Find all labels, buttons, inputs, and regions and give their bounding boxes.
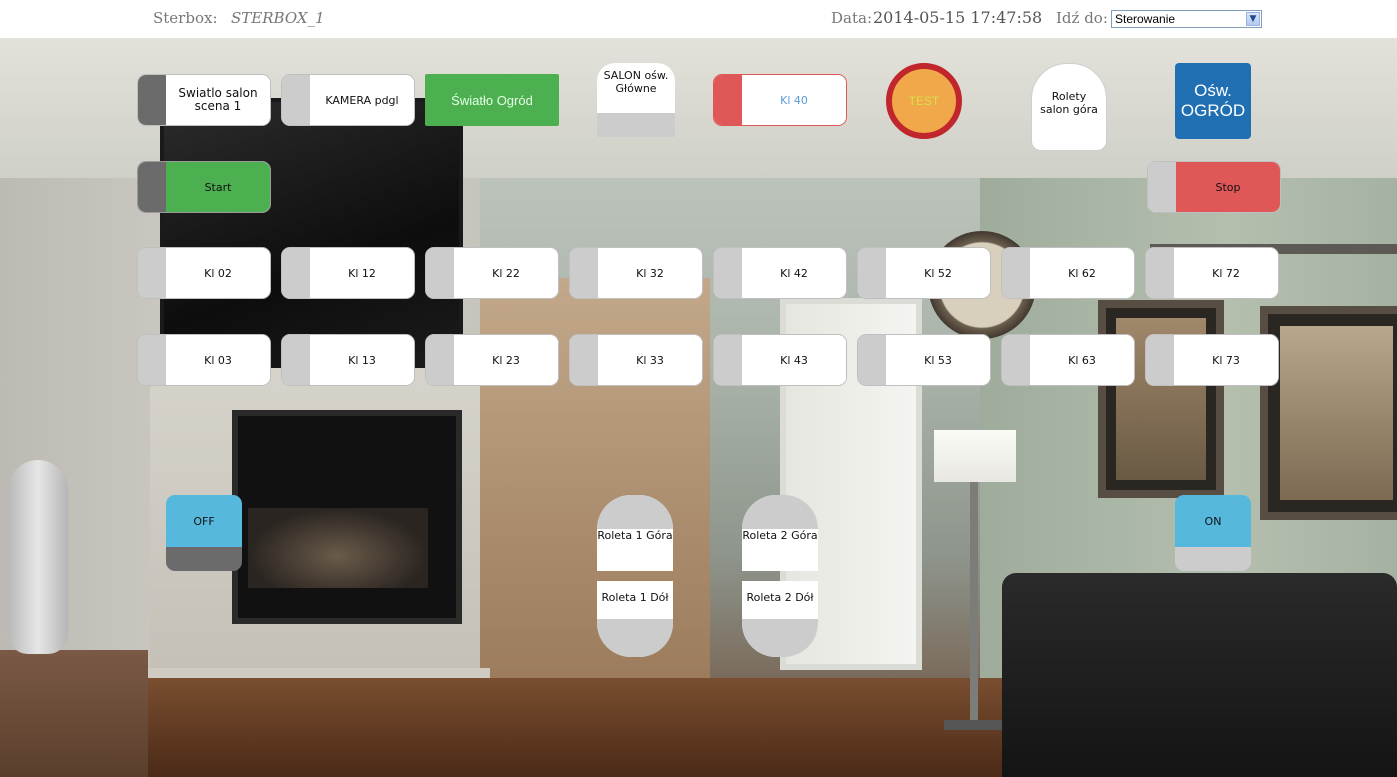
kl-button-label: Kl 13: [310, 335, 414, 385]
kl-button[interactable]: Kl 73: [1145, 334, 1279, 386]
swiatlo-salon-button[interactable]: Swiatlo salon scena 1: [137, 74, 271, 126]
lamp-base: [944, 720, 1004, 730]
roleta1-gora-label: Roleta 1 Góra: [597, 529, 673, 543]
kl-button-label: Kl 02: [166, 248, 270, 298]
kl-button[interactable]: Kl 63: [1001, 334, 1135, 386]
kl-button-label: Kl 32: [598, 248, 702, 298]
rolety-salon-label: Rolety salon góra: [1040, 90, 1098, 116]
header-bar: Sterbox: STERBOX_1 Data: 2014-05-15 17:4…: [0, 0, 1397, 38]
kl-button-label: Kl 12: [310, 248, 414, 298]
rolety-salon-button[interactable]: Rolety salon góra: [1031, 63, 1107, 151]
device-name: STERBOX_1: [231, 9, 325, 27]
test-label: TEST: [908, 94, 940, 108]
kl-button[interactable]: Kl 32: [569, 247, 703, 299]
kl-button[interactable]: Kl 03: [137, 334, 271, 386]
chevron-down-icon[interactable]: ▼: [1246, 12, 1260, 26]
kl-button-label: Kl 23: [454, 335, 558, 385]
kl-button-label: Kl 62: [1030, 248, 1134, 298]
room-background: [0, 38, 1397, 777]
off-label: OFF: [193, 515, 215, 528]
start-label: Start: [166, 162, 270, 212]
kl-button[interactable]: Kl 62: [1001, 247, 1135, 299]
kamera-button[interactable]: KAMERA pdgl: [281, 74, 415, 126]
on-label: ON: [1204, 515, 1222, 528]
kl-button[interactable]: Kl 72: [1145, 247, 1279, 299]
roleta1-gora-button[interactable]: Roleta 1 Góra: [597, 495, 673, 571]
kl-button-label: Kl 52: [886, 248, 990, 298]
kl-button[interactable]: Kl 12: [281, 247, 415, 299]
kl40-button[interactable]: Kl 40: [713, 74, 847, 126]
kl-button[interactable]: Kl 52: [857, 247, 991, 299]
date-value: 2014-05-15 17:47:58: [873, 8, 1043, 27]
roleta1-dol-label: Roleta 1 Dół: [601, 591, 669, 604]
picture-frame: [1260, 306, 1397, 520]
goto-select-value: Sterowanie: [1115, 12, 1176, 26]
kl-button-label: Kl 42: [742, 248, 846, 298]
start-button[interactable]: Start: [137, 161, 271, 213]
kl-button-label: Kl 33: [598, 335, 702, 385]
app-label: Sterbox:: [153, 9, 218, 27]
lamp-pole: [970, 482, 978, 722]
swiatlo-ogrod-label: Światło Ogród: [451, 92, 533, 108]
lamp-shade: [934, 430, 1016, 482]
kl-button-label: Kl 72: [1174, 248, 1278, 298]
stop-label: Stop: [1176, 162, 1280, 212]
cabinet: [0, 650, 148, 777]
test-button[interactable]: TEST: [886, 63, 962, 139]
roleta2-dol-button[interactable]: Roleta 2 Dół: [742, 581, 818, 657]
kl-button[interactable]: Kl 53: [857, 334, 991, 386]
fireplace-logs: [248, 508, 428, 588]
kl-button[interactable]: Kl 42: [713, 247, 847, 299]
osw-ogrod-button[interactable]: Ośw. OGRÓD: [1175, 63, 1251, 139]
roleta2-gora-label: Roleta 2 Góra: [742, 529, 818, 543]
salon-osw-button[interactable]: SALON ośw. Główne: [597, 63, 675, 137]
kl-button-label: Kl 53: [886, 335, 990, 385]
goto-select[interactable]: Sterowanie ▼: [1111, 10, 1262, 28]
swiatlo-ogrod-button[interactable]: Światło Ogród: [425, 74, 559, 126]
on-button[interactable]: ON: [1175, 495, 1251, 571]
kl-button[interactable]: Kl 13: [281, 334, 415, 386]
roleta2-gora-button[interactable]: Roleta 2 Góra: [742, 495, 818, 571]
date-label: Data:: [831, 9, 872, 27]
sofa: [1002, 573, 1397, 777]
kl-button-label: Kl 63: [1030, 335, 1134, 385]
kl-button[interactable]: Kl 22: [425, 247, 559, 299]
kl-button[interactable]: Kl 33: [569, 334, 703, 386]
kl-button[interactable]: Kl 02: [137, 247, 271, 299]
kl-button-label: Kl 22: [454, 248, 558, 298]
picture-frame: [1098, 300, 1224, 498]
stop-button[interactable]: Stop: [1147, 161, 1281, 213]
osw-ogrod-label: Ośw. OGRÓD: [1180, 81, 1246, 120]
salon-osw-label: SALON ośw. Główne: [603, 69, 669, 95]
kl40-label: Kl 40: [742, 75, 846, 125]
kl-button-label: Kl 43: [742, 335, 846, 385]
kl-button[interactable]: Kl 23: [425, 334, 559, 386]
kl-button-label: Kl 73: [1174, 335, 1278, 385]
kl-button[interactable]: Kl 43: [713, 334, 847, 386]
penguin-statue: [8, 460, 68, 654]
swiatlo-salon-label: Swiatlo salon scena 1: [166, 75, 270, 125]
kl-button-label: Kl 03: [166, 335, 270, 385]
roleta2-dol-label: Roleta 2 Dół: [746, 591, 814, 604]
roleta1-dol-button[interactable]: Roleta 1 Dół: [597, 581, 673, 657]
kamera-label: KAMERA pdgl: [310, 75, 414, 125]
off-button[interactable]: OFF: [166, 495, 242, 571]
goto-label: Idź do:: [1056, 9, 1108, 27]
